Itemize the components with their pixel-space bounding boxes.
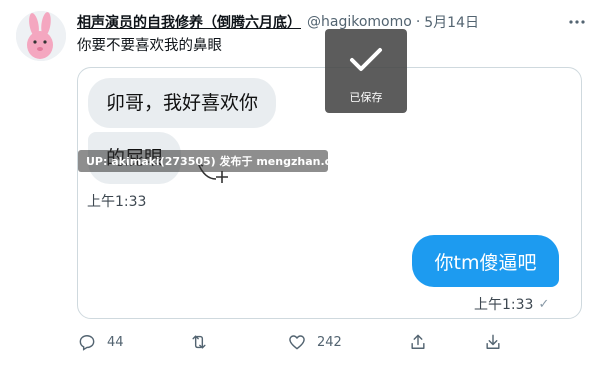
avatar[interactable] [16, 11, 66, 61]
share-button[interactable] [408, 330, 428, 354]
tweet-date[interactable]: 5月14日 [424, 12, 479, 32]
like-icon [289, 335, 305, 350]
saved-label: 已保存 [349, 91, 383, 104]
like-count: 242 [317, 334, 342, 350]
checkmark-icon [350, 48, 382, 71]
like-button[interactable]: 242 [287, 330, 342, 354]
download-button[interactable] [483, 330, 503, 354]
incoming-bubble: 卯哥，我好喜欢你 [88, 78, 277, 128]
reply-button[interactable]: 44 [77, 330, 124, 354]
action-bar: 44 242 [77, 330, 582, 354]
reply-count: 44 [107, 334, 124, 350]
saved-toast: 已保存 [325, 29, 407, 113]
download-icon [486, 334, 500, 349]
tweet-text: 你要不要喜欢我的鼻眼 [77, 38, 222, 54]
incoming-timestamp: 上午1:33 [87, 194, 147, 210]
share-icon [411, 334, 425, 349]
outgoing-time-text: 上午1:33 [474, 297, 534, 313]
checkmark-icon: ✓ [538, 296, 550, 312]
display-name[interactable]: 相声演员的自我修养（倒腾六月底） [77, 12, 301, 32]
retweet-button[interactable] [189, 330, 209, 354]
user-handle[interactable]: @hagikomomo [307, 14, 412, 30]
outgoing-timestamp: 上午1:33 ✓ [474, 294, 549, 314]
bunny-avatar-icon [16, 11, 66, 61]
separator-dot: · [415, 14, 421, 30]
outgoing-bubble: 你tm傻逼吧 [412, 235, 559, 287]
watermark: UP: akimaki(273505) 发布于 mengzhan.cc [78, 150, 328, 172]
more-icon[interactable] [567, 12, 587, 32]
retweet-icon [192, 335, 206, 349]
reply-icon [79, 335, 95, 351]
tweet-header: 相声演员的自我修养（倒腾六月底） @hagikomomo · 5月14日 [77, 11, 479, 33]
